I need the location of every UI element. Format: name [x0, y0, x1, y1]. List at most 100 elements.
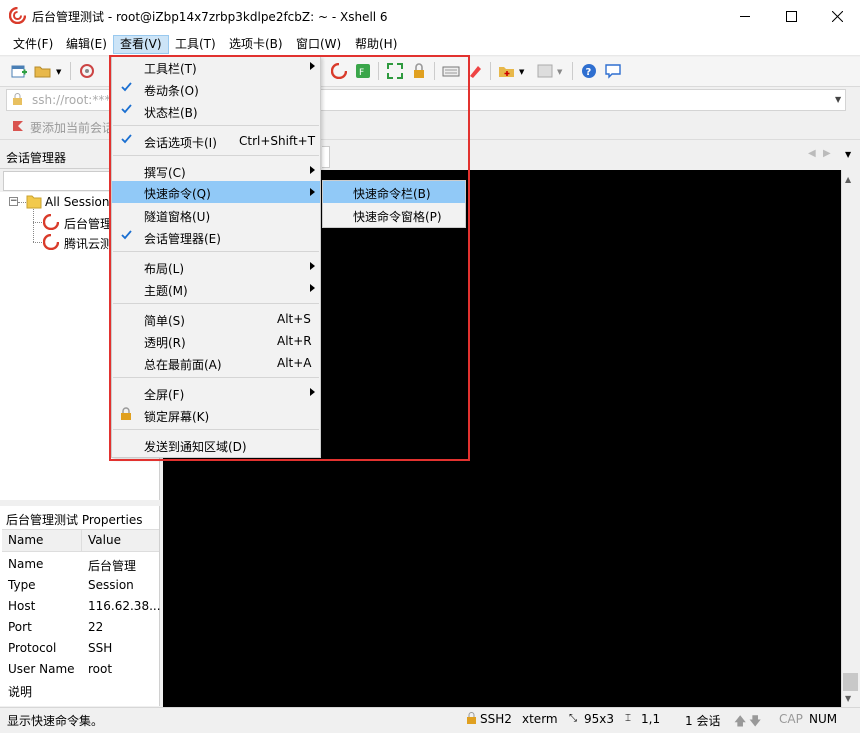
properties-title: 后台管理测试 Properties: [6, 513, 143, 527]
session-icon: [43, 214, 59, 230]
menu-tools[interactable]: 工具(T): [169, 35, 222, 54]
svg-text:F: F: [359, 68, 364, 78]
session-manager-title: 会话管理器: [6, 151, 67, 165]
address-text: ssh://root:***: [32, 93, 111, 107]
properties-col-name: Name: [8, 533, 44, 547]
check-icon: [121, 229, 132, 243]
property-name: 说明: [8, 685, 33, 699]
view-menu-label: 透明(R): [144, 336, 186, 350]
view-menu-label: 锁定屏幕(K): [144, 410, 210, 424]
view-menu-shortcut: Ctrl+Shift+T: [239, 134, 316, 148]
toolbar-separator: [490, 62, 491, 80]
bookmark-add-icon[interactable]: [11, 119, 25, 133]
property-name: Type: [8, 578, 36, 592]
xshell-logo-icon: [9, 7, 26, 24]
open-dropdown-icon[interactable]: ▼: [56, 68, 61, 76]
tab-scroll-right-icon[interactable]: ▶: [823, 148, 831, 159]
new-tab-group-icon[interactable]: [498, 62, 516, 80]
submenu-arrow-icon: [310, 262, 315, 270]
toolbar-separator: [572, 62, 573, 80]
status-terminal-type: xterm: [522, 712, 558, 726]
layout-icon[interactable]: [536, 62, 554, 80]
view-menu-label: 主题(M): [144, 284, 188, 298]
view-menu-label: 发送到通知区域(D): [144, 440, 247, 454]
menu-separator: [113, 251, 319, 252]
scroll-up-icon[interactable]: ▲: [845, 175, 851, 184]
menu-file[interactable]: 文件(F): [7, 35, 59, 54]
submenu-label: 快速命令窗格(P): [353, 210, 442, 224]
tab-list-dropdown-icon[interactable]: ▼: [845, 150, 851, 159]
menu-edit[interactable]: 编辑(E): [60, 35, 113, 54]
property-value: SSH: [88, 641, 113, 655]
minimize-icon: [739, 15, 750, 17]
submenu-label: 快速命令栏(B): [353, 187, 431, 201]
view-menu-label: 简单(S): [144, 314, 185, 328]
lock-icon: [121, 407, 131, 420]
property-value: 22: [88, 620, 104, 634]
column-divider: [81, 530, 82, 551]
tab-scroll-left-icon[interactable]: ◀: [808, 148, 816, 159]
status-sessions: 1 会话: [685, 714, 721, 728]
resize-icon: ⤡: [569, 713, 577, 724]
menu-separator: [113, 377, 319, 378]
help-icon[interactable]: ?: [580, 62, 598, 80]
tree-connector: [33, 209, 34, 242]
submenu-arrow-icon: [310, 284, 315, 292]
toolbar-separator: [70, 62, 71, 80]
highlight-icon[interactable]: [466, 62, 484, 80]
svg-text:?: ?: [586, 67, 592, 78]
view-menu-label: 卷动条(O): [144, 84, 199, 98]
tree-connector: [33, 242, 42, 243]
scroll-thumb[interactable]: [843, 673, 858, 691]
connection-settings-icon[interactable]: [78, 62, 96, 80]
view-menu-shortcut: Alt+S: [277, 312, 311, 326]
view-menu-label: 状态栏(B): [144, 106, 198, 120]
submenu-arrow-icon: [310, 166, 315, 174]
lock-icon[interactable]: [410, 62, 428, 80]
status-down-icon[interactable]: 🡇: [749, 712, 761, 733]
maximize-button[interactable]: [768, 0, 814, 32]
collapse-icon[interactable]: −: [9, 197, 18, 206]
hint-text: 要添加当前会话: [30, 121, 115, 135]
fullscreen-icon[interactable]: [386, 62, 404, 80]
layout-dropdown-icon[interactable]: ▼: [557, 68, 562, 76]
tab-group-dropdown-icon[interactable]: ▼: [519, 68, 524, 76]
address-lock-icon: [13, 93, 22, 105]
menu-window[interactable]: 窗口(W): [290, 35, 347, 54]
xftp-icon[interactable]: F: [354, 62, 372, 80]
keyboard-icon[interactable]: [442, 62, 460, 80]
status-num: NUM: [809, 712, 838, 726]
submenu-arrow-icon: [310, 62, 315, 70]
chat-icon[interactable]: [604, 62, 622, 80]
menu-tabs[interactable]: 选项卡(B): [223, 35, 289, 54]
status-up-icon[interactable]: 🡅: [734, 712, 746, 733]
view-menu-label: 隧道窗格(U): [144, 210, 211, 224]
session-tab[interactable]: [322, 146, 330, 168]
status-lock-icon: [467, 712, 476, 724]
status-cursor: 1,1: [641, 712, 661, 726]
close-button[interactable]: [814, 0, 860, 32]
menu-view[interactable]: 查看(V): [113, 35, 169, 54]
folder-icon: [26, 195, 42, 209]
open-folder-icon[interactable]: [34, 62, 52, 80]
session-item-admin[interactable]: 后台管理测试: [64, 215, 112, 232]
property-name: Name: [8, 557, 44, 571]
terminal-scrollbar[interactable]: [841, 170, 860, 707]
status-bar: [0, 707, 860, 731]
scroll-down-icon[interactable]: ▼: [845, 694, 851, 703]
window-title: 后台管理测试 - root@iZbp14x7zrbp3kdlpe2fcbZ: ~…: [32, 10, 388, 24]
property-value: 后台管理: [88, 559, 137, 573]
session-item-tencent[interactable]: 腾讯云测试: [64, 235, 112, 252]
xshell-icon[interactable]: [330, 62, 348, 80]
menu-separator: [113, 429, 319, 430]
tree-root-label[interactable]: All Sessions: [45, 195, 115, 209]
address-dropdown-icon[interactable]: ▼: [835, 95, 841, 104]
submenu-arrow-icon: [310, 388, 315, 396]
new-session-icon[interactable]: [10, 62, 28, 80]
property-name: Protocol: [8, 641, 57, 655]
property-name: User Name: [8, 662, 75, 676]
status-message: 显示快速命令集。: [7, 714, 104, 728]
menu-help[interactable]: 帮助(H): [349, 35, 403, 54]
minimize-button[interactable]: [722, 0, 768, 32]
check-icon: [121, 133, 132, 147]
